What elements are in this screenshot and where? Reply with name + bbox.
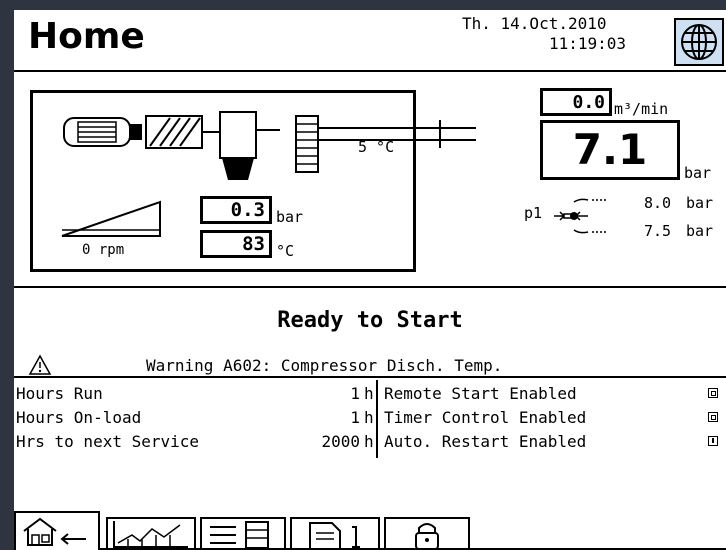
flow-unit: m³/min	[614, 100, 669, 118]
upper-setpoint-unit: bar	[686, 194, 714, 212]
setting-label: Auto. Restart Enabled	[384, 432, 587, 451]
setting-off-indicator[interactable]	[708, 436, 718, 446]
counter-label: Hours Run	[16, 384, 103, 403]
delivery-pressure-unit: bar	[684, 164, 712, 182]
flow-value: 0.0	[540, 88, 612, 116]
lower-setpoint-unit: bar	[686, 222, 714, 240]
tab-lock[interactable]	[384, 517, 470, 550]
warning-divider	[14, 376, 726, 378]
motor-speed: 0 rpm	[82, 242, 125, 258]
machine-status: Ready to Start	[277, 308, 463, 333]
header-divider	[14, 70, 726, 72]
time-display: 11:19:03	[549, 34, 627, 53]
status-divider	[14, 286, 726, 288]
page-title: Home	[28, 16, 145, 57]
home-icon	[23, 517, 86, 546]
counter-value: 2000	[321, 432, 360, 451]
screen: Home Th. 14.Oct.2010 11:19:03 5 °C 0 rpm…	[14, 10, 726, 550]
tab-settings[interactable]	[290, 517, 380, 550]
setting-on-indicator[interactable]	[708, 412, 718, 422]
tab-trends[interactable]	[106, 517, 196, 550]
globe-icon[interactable]	[674, 18, 724, 66]
counter-unit: h	[364, 408, 374, 427]
trend-chart-icon	[113, 521, 188, 548]
counter-value: 1	[350, 384, 360, 403]
list-icon	[210, 521, 269, 549]
separator-temperature: 5 °C	[358, 138, 395, 156]
lower-setpoint-value: 7.5	[644, 222, 672, 240]
tab-lists[interactable]	[200, 517, 286, 550]
counter-unit: h	[364, 384, 374, 403]
pressure-setpoint-icon	[554, 198, 606, 234]
counter-unit: h	[364, 432, 374, 451]
counter-label: Hours On-load	[16, 408, 142, 427]
p1-label: p1	[524, 204, 543, 222]
counter-label: Hrs to next Service	[16, 432, 200, 451]
setting-label: Remote Start Enabled	[384, 384, 577, 403]
element-temperature-unit: °C	[276, 242, 295, 260]
delivery-pressure-value: 7.1	[540, 120, 680, 180]
internal-pressure-value: 0.3	[200, 196, 272, 224]
settings-doc-icon	[309, 522, 360, 550]
warning-message[interactable]: Warning A602: Compressor Disch. Temp.	[146, 356, 502, 375]
lock-icon	[415, 523, 439, 550]
warning-triangle-icon	[28, 354, 52, 375]
setting-on-indicator[interactable]	[708, 388, 718, 398]
setting-label: Timer Control Enabled	[384, 408, 587, 427]
internal-pressure-unit: bar	[276, 208, 304, 226]
counter-value: 1	[350, 408, 360, 427]
element-temperature-value: 83	[200, 230, 272, 258]
upper-setpoint-value: 8.0	[644, 194, 672, 212]
tab-home[interactable]	[14, 511, 100, 550]
date-display: Th. 14.Oct.2010	[462, 14, 607, 33]
column-divider	[376, 380, 378, 458]
